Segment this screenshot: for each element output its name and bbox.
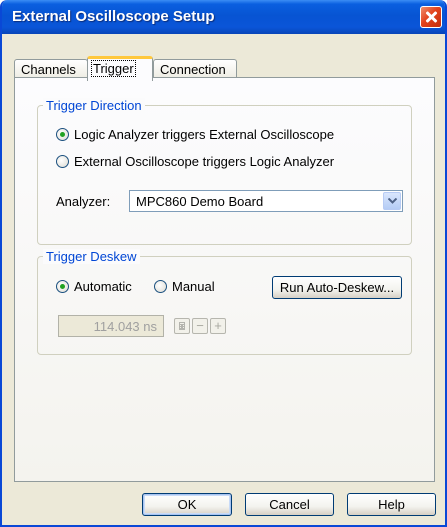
radio-manual[interactable]: Manual xyxy=(154,279,215,294)
ok-button[interactable]: OK xyxy=(142,493,232,516)
radio-automatic[interactable]: Automatic xyxy=(56,279,132,294)
chevron-down-icon[interactable] xyxy=(383,192,401,210)
analyzer-select-value: MPC860 Demo Board xyxy=(136,194,264,209)
trigger-direction-legend: Trigger Direction xyxy=(43,98,145,113)
run-auto-deskew-button[interactable]: Run Auto-Deskew... xyxy=(272,276,402,299)
analyzer-label: Analyzer: xyxy=(56,194,111,209)
trigger-direction-group: Trigger Direction Logic Analyzer trigger… xyxy=(37,98,412,245)
radio-manual-label: Manual xyxy=(172,279,215,294)
window-title: External Oscilloscope Setup xyxy=(12,8,215,25)
trigger-tab-panel: Trigger Direction Logic Analyzer trigger… xyxy=(14,77,435,482)
close-icon[interactable] xyxy=(420,6,442,28)
calculator-icon[interactable] xyxy=(174,318,190,334)
analyzer-select[interactable]: MPC860 Demo Board xyxy=(129,190,403,212)
radio-logic-analyzer-triggers-label: Logic Analyzer triggers External Oscillo… xyxy=(74,127,335,142)
dialog-window: External Oscilloscope Setup Channels Tri… xyxy=(0,0,447,527)
help-button[interactable]: Help xyxy=(347,493,436,516)
radio-unselected-icon[interactable] xyxy=(154,280,167,293)
radio-selected-icon[interactable] xyxy=(56,128,69,141)
radio-automatic-label: Automatic xyxy=(74,279,132,294)
increment-icon[interactable]: + xyxy=(210,318,226,334)
radio-logic-analyzer-triggers[interactable]: Logic Analyzer triggers External Oscillo… xyxy=(56,127,334,142)
trigger-deskew-legend: Trigger Deskew xyxy=(43,249,140,264)
trigger-deskew-group: Trigger Deskew Automatic Manual Run Auto… xyxy=(37,249,412,355)
radio-selected-icon[interactable] xyxy=(56,280,69,293)
radio-oscilloscope-triggers-label: External Oscilloscope triggers Logic Ana… xyxy=(74,154,335,169)
tab-trigger[interactable]: Trigger xyxy=(87,56,153,81)
decrement-icon[interactable]: − xyxy=(192,318,208,334)
cancel-button[interactable]: Cancel xyxy=(245,493,334,516)
radio-oscilloscope-triggers[interactable]: External Oscilloscope triggers Logic Ana… xyxy=(56,154,334,169)
deskew-value-field[interactable]: 114.043 ns xyxy=(58,315,164,337)
tab-channels-label: Channels xyxy=(21,62,76,77)
tab-connection-label: Connection xyxy=(160,62,226,77)
deskew-value: 114.043 ns xyxy=(93,319,157,334)
tab-trigger-label: Trigger xyxy=(91,60,136,77)
radio-unselected-icon[interactable] xyxy=(56,155,69,168)
title-bar[interactable]: External Oscilloscope Setup xyxy=(2,0,445,34)
